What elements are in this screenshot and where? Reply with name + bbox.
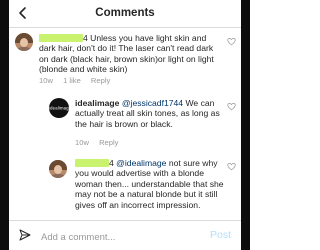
reply-button[interactable]: Reply xyxy=(91,76,110,85)
like-count[interactable]: 1 like xyxy=(63,76,81,85)
comment-input[interactable] xyxy=(39,227,203,247)
reply-comment-item: idealimage idealimage @jessicadf1744 We … xyxy=(9,98,241,156)
comment-text: idealimage @jessicadf1744 We can actuall… xyxy=(75,98,220,129)
post-button[interactable]: Post xyxy=(210,229,231,241)
redacted-username xyxy=(75,159,109,167)
comment-text: 4 Unless you have light skin and dark ha… xyxy=(39,33,214,75)
send-icon[interactable] xyxy=(19,229,31,241)
comment-meta: 10w 1 like Reply xyxy=(39,76,118,85)
reply-comment-item: 4 @idealimage not sure why you would adv… xyxy=(9,158,241,220)
avatar[interactable]: idealimage xyxy=(49,98,69,118)
comment-text: 4 @idealimage not sure why you would adv… xyxy=(75,158,224,210)
comment-username[interactable]: idealimage xyxy=(75,98,119,108)
comment-item: 4 Unless you have light skin and dark ha… xyxy=(9,33,241,88)
comments-screen: Comments 4 Unless you have light skin an… xyxy=(9,0,241,250)
header: Comments xyxy=(9,0,241,28)
mention-link[interactable]: @idealimage xyxy=(116,158,166,168)
page-title: Comments xyxy=(95,7,155,19)
mention-link[interactable]: @jessicadf1744 xyxy=(122,98,183,108)
redacted-username xyxy=(39,34,83,42)
heart-icon[interactable] xyxy=(227,37,236,46)
avatar[interactable] xyxy=(15,33,33,51)
reply-button[interactable]: Reply xyxy=(99,138,118,147)
comment-time: 10w xyxy=(75,138,89,147)
comment-meta: 10w Reply xyxy=(75,138,126,147)
comment-composer: Post xyxy=(9,220,241,250)
heart-icon[interactable] xyxy=(227,162,236,171)
avatar[interactable] xyxy=(49,160,67,178)
heart-icon[interactable] xyxy=(227,102,236,111)
comment-time: 10w xyxy=(39,76,53,85)
